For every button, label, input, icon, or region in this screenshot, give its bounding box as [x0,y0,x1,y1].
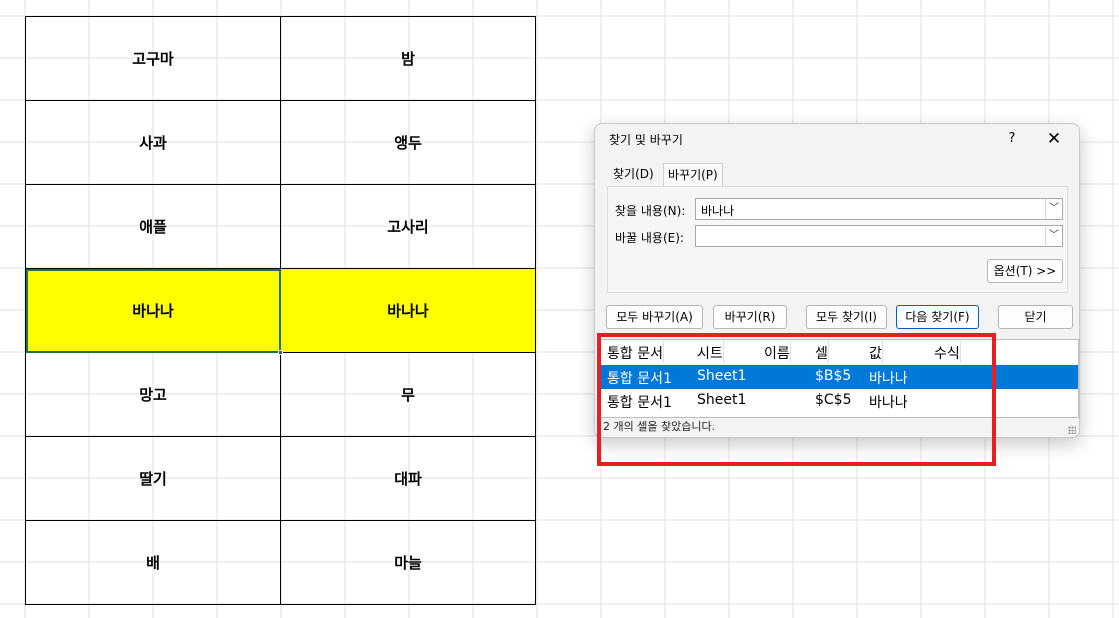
chevron-down-icon[interactable]: ﹀ [1045,226,1062,246]
find-next-button[interactable]: 다음 찾기(F) [896,305,979,329]
find-what-input[interactable]: 바나나 ﹀ [695,198,1063,220]
chevron-down-icon[interactable]: ﹀ [1045,199,1062,219]
cell-c3[interactable]: 고사리 [280,184,536,269]
cell-b1[interactable]: 고구마 [25,16,281,101]
replace-with-input[interactable]: ﹀ [695,225,1063,247]
cell-c5[interactable]: 무 [280,352,536,437]
help-button[interactable]: ? [1002,129,1022,149]
replace-all-button[interactable]: 모두 바꾸기(A) [606,305,703,329]
find-what-value: 바나나 [701,204,735,218]
cell-b6[interactable]: 딸기 [25,436,281,521]
data-table: 고구마 밤 사과 앵두 애플 고사리 바나나 바나나 망고 무 딸기 대파 배 마늘 [25,16,536,605]
annotation-highlight-box [597,333,996,466]
cell-b2[interactable]: 사과 [25,100,281,185]
table-row: 배 마늘 [25,520,536,605]
table-row: 사과 앵두 [25,100,536,185]
cell-c7[interactable]: 마늘 [280,520,536,605]
tab-find[interactable]: 찾기(D) [609,163,658,187]
table-row: 애플 고사리 [25,184,536,269]
cell-b5[interactable]: 망고 [25,352,281,437]
options-button[interactable]: 옵션(T) >> [987,259,1063,283]
dialog-title: 찾기 및 바꾸기 [609,133,683,147]
find-what-label: 찾을 내용(N): [615,204,686,218]
table-row: 고구마 밤 [25,16,536,101]
cell-b7[interactable]: 배 [25,520,281,605]
replace-with-label: 바꿀 내용(E): [615,231,684,245]
table-row: 망고 무 [25,352,536,437]
cell-c1[interactable]: 밤 [280,16,536,101]
cell-b3[interactable]: 애플 [25,184,281,269]
table-row: 딸기 대파 [25,436,536,521]
resize-grip-icon[interactable] [1068,426,1076,434]
find-all-button[interactable]: 모두 찾기(I) [806,305,887,329]
cell-c6[interactable]: 대파 [280,436,536,521]
close-button[interactable]: 닫기 [998,305,1073,329]
cell-c4[interactable]: 바나나 [280,268,536,353]
cell-b4-selected[interactable]: 바나나 [25,268,281,353]
replace-button[interactable]: 바꾸기(R) [713,305,787,329]
cell-c2[interactable]: 앵두 [280,100,536,185]
tab-replace[interactable]: 바꾸기(P) [663,163,723,187]
fill-handle[interactable] [278,350,283,355]
table-row: 바나나 바나나 [25,268,536,353]
close-icon[interactable]: ✕ [1040,127,1068,151]
